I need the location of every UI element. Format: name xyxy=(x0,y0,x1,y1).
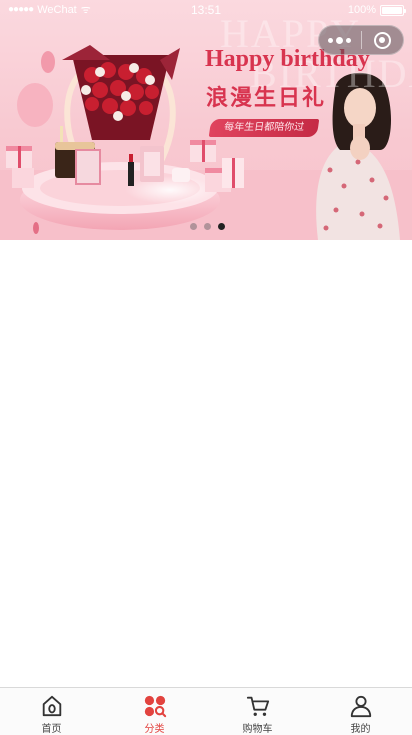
close-target-icon[interactable] xyxy=(361,26,403,54)
user-icon xyxy=(350,695,371,718)
cart-icon xyxy=(246,696,269,716)
banner-slogan: 每年生日都陪你过 xyxy=(208,119,320,137)
carousel-dot[interactable] xyxy=(204,223,211,230)
home-icon xyxy=(42,695,61,717)
battery-fill xyxy=(382,6,402,14)
tab-category[interactable]: 分类 xyxy=(103,688,206,735)
tab-profile-label: 我的 xyxy=(350,724,371,735)
status-bar: ●●●●● WeChat ᯤ 13:51 100% xyxy=(0,0,412,20)
tab-profile[interactable]: 我的 xyxy=(309,688,412,735)
tab-category-label: 分类 xyxy=(144,724,165,735)
tab-cart[interactable]: 购物车 xyxy=(206,688,309,735)
more-dots-icon[interactable] xyxy=(319,26,361,54)
status-right: 100% xyxy=(347,0,406,20)
carousel-dot[interactable] xyxy=(190,223,197,230)
carousel-dot[interactable] xyxy=(218,223,225,230)
carousel-indicators xyxy=(0,223,412,230)
battery-icon xyxy=(380,4,406,16)
banner-carousel[interactable]: HAPPY BIRTHDAY Happy birthday 浪漫生日礼 每年生日… xyxy=(0,0,412,240)
category-icon xyxy=(144,695,166,718)
tab-home[interactable]: 首页 xyxy=(0,688,103,735)
battery-percent: 100% xyxy=(347,4,376,16)
tab-cart-label: 购物车 xyxy=(242,724,273,735)
bottom-tab-bar: 首页 分类 购物车 我的 xyxy=(0,687,412,735)
tab-home-label: 首页 xyxy=(41,724,62,735)
miniprogram-capsule xyxy=(318,25,404,55)
banner-subheadline: 浪漫生日礼 xyxy=(206,85,327,111)
